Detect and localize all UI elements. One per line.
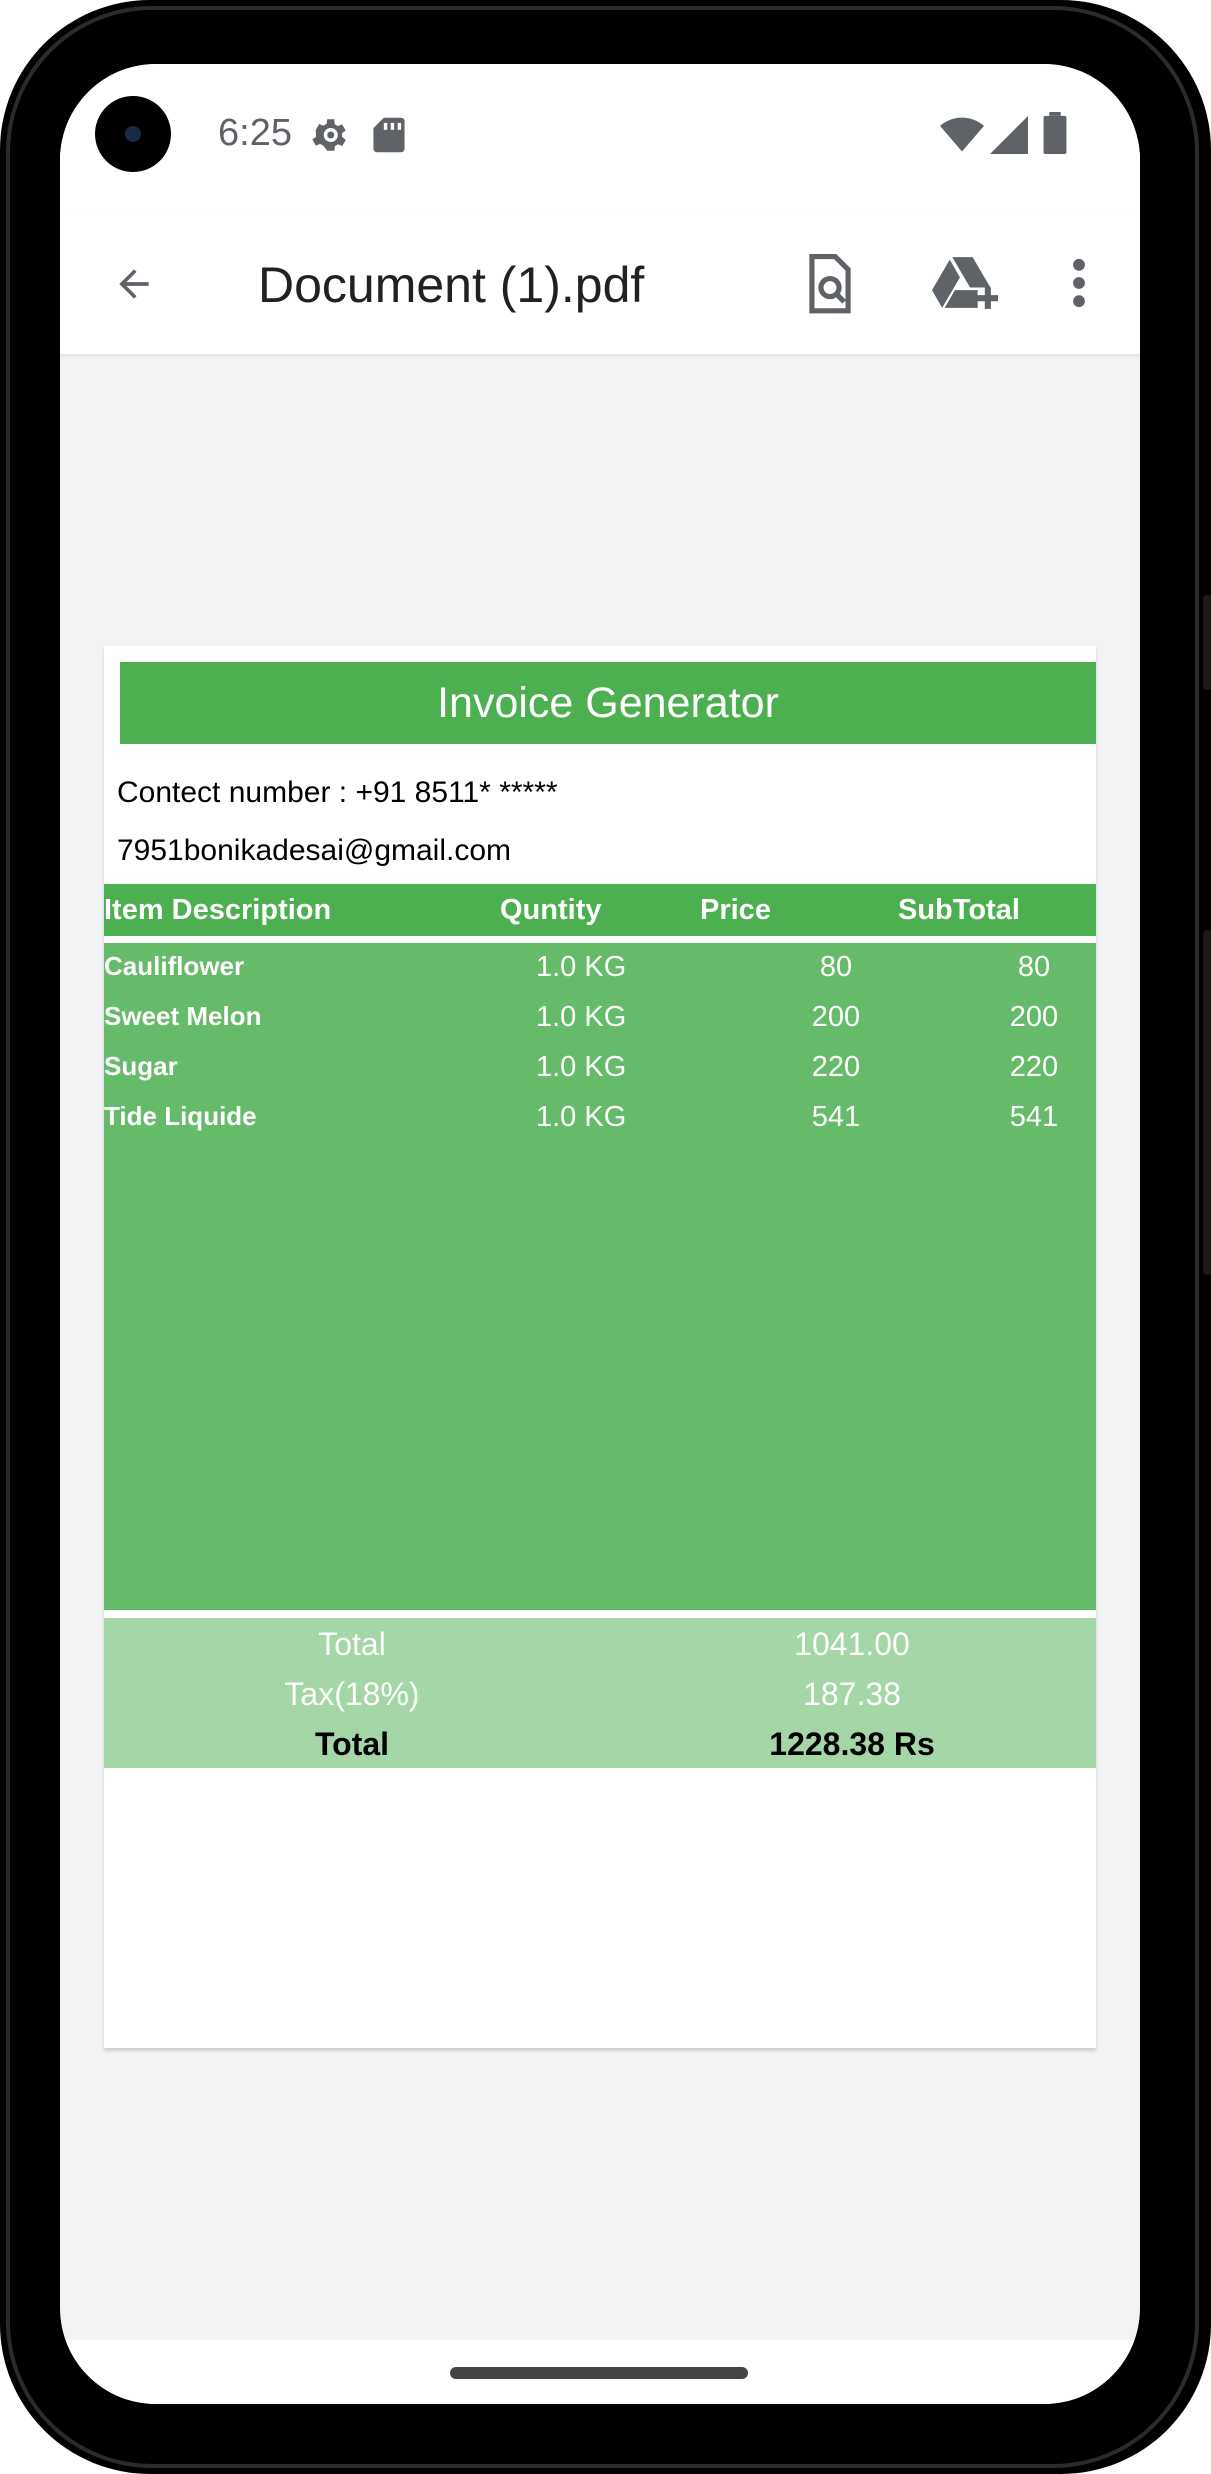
column-item-description: Item Description <box>104 894 332 926</box>
item-quantity: 1.0 KG <box>536 1101 627 1133</box>
table-body: Cauliflower 1.0 KG 80 80 Sweet Melon 1.0… <box>104 943 1096 1610</box>
more-vert-icon[interactable] <box>1072 258 1086 313</box>
tax-label: Tax(18%) <box>284 1676 420 1712</box>
table-header: Item Description Quntity Price SubTotal <box>104 884 1096 936</box>
column-quantity: Quntity <box>500 894 602 926</box>
status-bar: 6:25 <box>60 64 1140 214</box>
grand-total-value: 1228.38 Rs <box>769 1726 935 1762</box>
grand-total-label: Total <box>314 1726 390 1762</box>
document-title: Document (1).pdf <box>258 257 645 313</box>
table-row: Sugar 1.0 KG 220 220 <box>104 1043 1096 1093</box>
item-quantity: 1.0 KG <box>536 951 627 983</box>
table-row: Tide Liquide 1.0 KG 541 541 <box>104 1093 1096 1143</box>
item-description: Sugar <box>104 1051 178 1081</box>
item-subtotal: 220 <box>1009 1051 1059 1083</box>
total-value: 1041.00 <box>794 1626 910 1662</box>
wifi-icon <box>940 116 984 159</box>
screen: 6:25 Document (1).pdf Invoice Generator … <box>60 64 1140 2404</box>
front-camera <box>95 96 171 172</box>
total-label: Total <box>318 1626 386 1662</box>
volume-button <box>1203 930 1211 1275</box>
tax-value: 187.38 <box>803 1676 901 1712</box>
settings-icon <box>308 114 350 161</box>
item-subtotal: 541 <box>1009 1101 1059 1133</box>
table-row: Sweet Melon 1.0 KG 200 200 <box>104 993 1096 1043</box>
contact-number: Contect number : +91 8511* ***** <box>117 776 558 809</box>
table-row: Cauliflower 1.0 KG 80 80 <box>104 943 1096 993</box>
item-price: 80 <box>819 951 853 983</box>
search-document-icon[interactable] <box>804 254 856 321</box>
item-quantity: 1.0 KG <box>536 1051 627 1083</box>
column-subtotal: SubTotal <box>898 894 1020 926</box>
item-description: Tide Liquide <box>104 1101 257 1131</box>
item-description: Sweet Melon <box>104 1001 262 1031</box>
item-price: 541 <box>811 1101 861 1133</box>
item-subtotal: 80 <box>1017 951 1051 983</box>
item-subtotal: 200 <box>1009 1001 1059 1033</box>
status-time: 6:25 <box>218 112 292 154</box>
drive-add-icon[interactable] <box>932 256 999 319</box>
battery-icon <box>1043 112 1067 159</box>
power-button <box>1203 595 1211 690</box>
totals-section: Total 1041.00 Tax(18%) 187.38 Total 1228… <box>104 1618 1096 1768</box>
item-price: 220 <box>811 1051 861 1083</box>
app-bar: Document (1).pdf <box>60 214 1140 354</box>
pdf-page[interactable]: Invoice Generator Contect number : +91 8… <box>104 646 1096 2048</box>
item-description: Cauliflower <box>104 951 245 981</box>
cell-signal-icon <box>990 116 1028 159</box>
invoice-header: Invoice Generator <box>120 662 1096 744</box>
item-quantity: 1.0 KG <box>536 1001 627 1033</box>
home-gesture-handle[interactable] <box>450 2367 748 2379</box>
item-price: 200 <box>811 1001 861 1033</box>
back-arrow-icon[interactable] <box>110 262 158 311</box>
column-price: Price <box>700 894 771 926</box>
sd-card-icon <box>372 116 406 159</box>
email-address: 7951bonikadesai@gmail.com <box>117 834 512 867</box>
